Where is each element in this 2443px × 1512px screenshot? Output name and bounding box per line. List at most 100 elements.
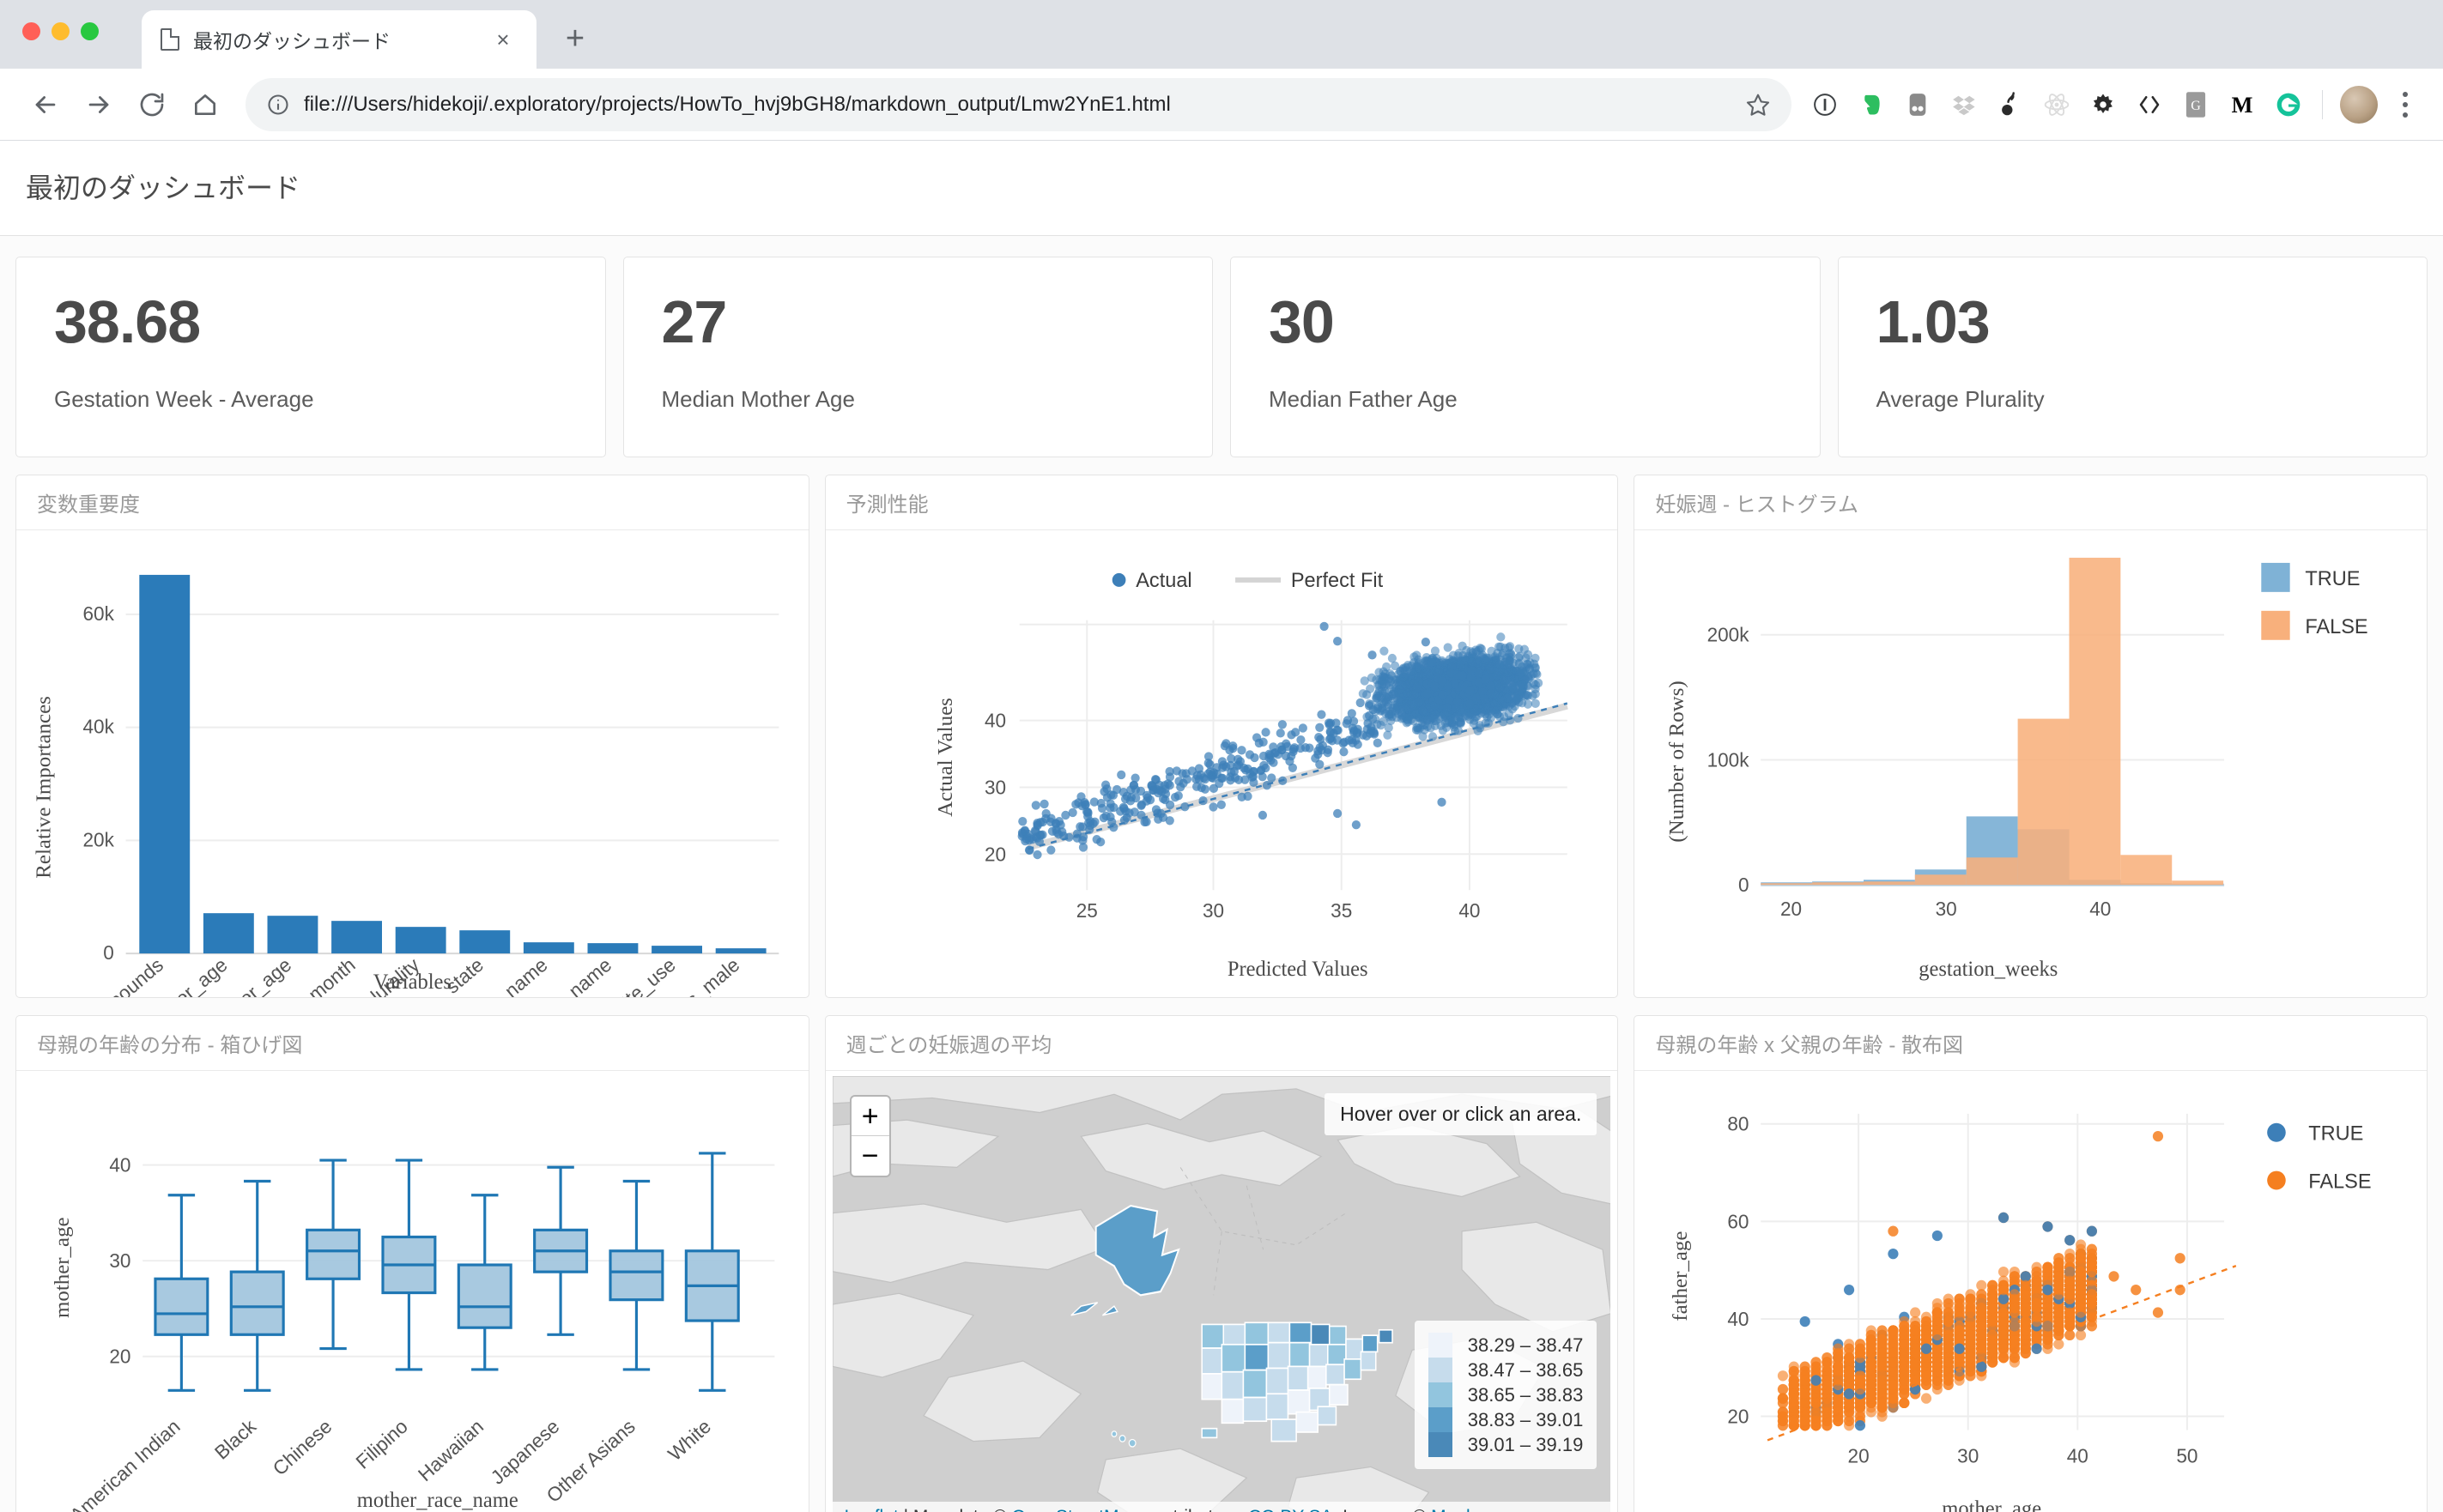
legend-swatch-true — [2261, 562, 2291, 592]
y-tick-40: 40 — [109, 1153, 130, 1176]
x-tick-black: Black — [210, 1414, 261, 1463]
map-container[interactable]: + − Hover over or click an area. 38.29 –… — [826, 1071, 1618, 1512]
panel-title: 変数重要度 — [37, 493, 140, 517]
y-tick-80: 80 — [1728, 1113, 1749, 1135]
kpi-row: 38.68 Gestation Week - Average 27 Median… — [0, 248, 2443, 469]
panel-prediction-performance: 予測性能 Actual Perfect Fit 40 30 20 Actual … — [824, 475, 1619, 998]
minimize-window-button[interactable] — [52, 22, 70, 40]
y-axis-title: Relative Importances — [32, 696, 55, 879]
chrome-menu-button[interactable] — [2386, 83, 2424, 126]
y-tick-30: 30 — [985, 776, 1006, 798]
forward-button[interactable] — [72, 78, 125, 131]
y-axis-title: mother_age — [51, 1217, 74, 1318]
legend-marker-actual — [1112, 572, 1126, 587]
box-japanese[interactable] — [533, 1165, 589, 1336]
address-bar[interactable]: file:///Users/hidekoji/.exploratory/proj… — [246, 77, 1791, 131]
reload-button[interactable] — [125, 78, 179, 131]
chart-mother-age-boxplot[interactable]: 40 30 20 mother_age American Indian Blac… — [16, 1071, 809, 1512]
maximize-window-button[interactable] — [81, 22, 99, 40]
box-filipino[interactable] — [381, 1158, 437, 1371]
y-tick-200k: 200k — [1707, 624, 1750, 646]
url-text: file:///Users/hidekoji/.exploratory/proj… — [304, 92, 1171, 116]
panel-title: 母親の年齢 x 父親の年齢 - 散布図 — [1655, 1034, 1964, 1057]
x-tick-30: 30 — [1957, 1444, 1979, 1467]
page-header: 最初のダッシュボード — [0, 141, 2443, 236]
legend-performance: Actual Perfect Fit — [1112, 569, 1383, 592]
panel-header: 母親の年齢の分布 - 箱ひげ図 — [16, 1016, 809, 1071]
bookmark-star-icon[interactable] — [1745, 92, 1771, 118]
browser-tab[interactable]: 最初のダッシュボード × — [142, 10, 536, 69]
new-tab-button[interactable]: + — [550, 14, 600, 64]
chart-gestation-histogram[interactable]: 200k 100k 0 (Number of Rows) 20 30 40 ge… — [1634, 530, 2427, 997]
code-icon[interactable] — [2128, 83, 2171, 126]
pocket-icon[interactable] — [1896, 83, 1939, 126]
dropbox-icon[interactable] — [1943, 83, 1985, 126]
bar-father_race_name — [523, 942, 574, 954]
leaflet-map[interactable]: + − Hover over or click an area. 38.29 –… — [832, 1076, 1611, 1512]
y-tick-40k: 40k — [82, 715, 114, 737]
map-zoom-controls[interactable]: + − — [849, 1095, 891, 1177]
zoom-out-button[interactable]: − — [852, 1136, 889, 1176]
openstreetmap-link[interactable]: OpenStreetMap — [1012, 1507, 1139, 1512]
bug-gear-icon[interactable] — [2082, 83, 2125, 126]
toolbar-divider — [2322, 89, 2323, 119]
legend-label: 38.47 – 38.65 — [1467, 1358, 1584, 1381]
zoom-in-button[interactable]: + — [851, 1097, 889, 1136]
browser-toolbar: file:///Users/hidekoji/.exploratory/proj… — [0, 69, 2443, 141]
attrib-text: contributors, — [1139, 1507, 1248, 1512]
close-window-button[interactable] — [22, 22, 40, 40]
box-other-asians[interactable] — [609, 1179, 664, 1371]
legend-label-false: FALSE — [2306, 615, 2368, 638]
y-tick-30: 30 — [109, 1249, 130, 1272]
box-black[interactable] — [229, 1179, 285, 1392]
box-chinese[interactable] — [306, 1158, 361, 1351]
bar-mother_race_name — [587, 943, 639, 954]
chart-gestation-map[interactable]: + − Hover over or click an area. 38.29 –… — [826, 1071, 1618, 1512]
box-glyphs — [154, 1152, 740, 1392]
back-button[interactable] — [19, 78, 72, 131]
map-legend-row: 39.01 – 39.19 — [1428, 1432, 1584, 1457]
medium-icon[interactable]: M — [2221, 83, 2264, 126]
y-tick-20: 20 — [109, 1346, 130, 1368]
site-info-icon[interactable] — [266, 93, 290, 117]
legend-scatter: TRUE FALSE — [2267, 1122, 2372, 1194]
map-legend-row: 38.47 – 38.65 — [1428, 1358, 1584, 1382]
cc-by-sa-link[interactable]: CC-BY-SA — [1248, 1507, 1332, 1512]
legend-marker-false — [2267, 1170, 2287, 1190]
legend-swatch — [1428, 1358, 1452, 1382]
chart-row-2: 母親の年齢の分布 - 箱ひげ図 40 30 20 mother_age Amer — [0, 1010, 2443, 1512]
mapbox-link[interactable]: Mapbox — [1431, 1507, 1495, 1512]
tab-title: 最初のダッシュボード — [193, 30, 391, 52]
box-hawaiian[interactable] — [457, 1194, 512, 1371]
chart-prediction-performance[interactable]: Actual Perfect Fit 40 30 20 Actual Value… — [826, 530, 1618, 997]
profile-avatar[interactable] — [2340, 85, 2378, 124]
leaflet-link[interactable]: Leaflet — [845, 1507, 899, 1512]
legend-marker-true — [2267, 1122, 2287, 1142]
close-tab-icon[interactable]: × — [488, 25, 518, 54]
chart-variable-importance[interactable]: 60k 40k 20k 0 Relative Importances mothe… — [16, 530, 809, 997]
box-american-indian[interactable] — [154, 1194, 209, 1392]
tune-music-icon[interactable] — [1989, 83, 2032, 126]
evernote-icon[interactable] — [1850, 83, 1893, 126]
onepassword-icon[interactable] — [1803, 83, 1846, 126]
panel-gestation-histogram: 妊娠週 - ヒストグラム 200k 100k 0 (Number of Rows… — [1634, 475, 2428, 998]
x-tick-40: 40 — [2067, 1444, 2088, 1467]
grammarly-g-box-icon[interactable]: G — [2174, 83, 2217, 126]
legend-swatch — [1428, 1382, 1452, 1407]
x-tick-40: 40 — [2090, 898, 2112, 920]
legend-label: 39.01 – 39.19 — [1467, 1433, 1584, 1455]
x-tick-american-indian: American Indian — [65, 1415, 184, 1512]
chart-age-scatter[interactable]: 80 60 40 20 father_age 20 30 40 50 mothe… — [1634, 1071, 2427, 1512]
y-tick-0: 0 — [103, 941, 114, 964]
legend-label-perfect-fit: Perfect Fit — [1290, 569, 1383, 592]
svg-text:M: M — [2232, 92, 2253, 117]
kpi-label: Median Father Age — [1269, 386, 1458, 412]
legend-swatch — [1428, 1407, 1452, 1432]
home-button[interactable] — [179, 78, 232, 131]
box-white[interactable] — [684, 1152, 740, 1392]
legend-label-false: FALSE — [2309, 1170, 2372, 1193]
bar-weight_pounds — [139, 574, 191, 954]
bars — [139, 574, 767, 954]
react-devtools-icon[interactable] — [2035, 83, 2078, 126]
grammarly-icon[interactable] — [2267, 83, 2310, 126]
